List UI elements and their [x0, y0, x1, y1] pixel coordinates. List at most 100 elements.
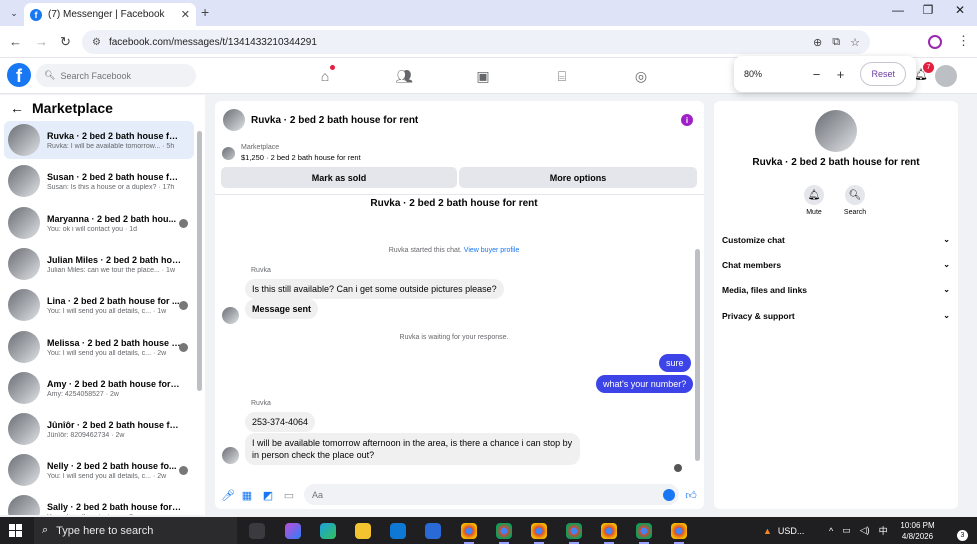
- groups-icon[interactable]: ◎: [632, 67, 650, 85]
- search-button[interactable]: 🔍︎ Search: [835, 185, 875, 216]
- task-view-icon[interactable]: [249, 523, 265, 539]
- home-icon[interactable]: ⌂: [316, 65, 335, 85]
- tab-search-icon[interactable]: ⌄: [6, 5, 22, 21]
- microphone-icon[interactable]: 🎤︎: [221, 488, 235, 502]
- marketplace-icon[interactable]: ⌸: [553, 67, 571, 85]
- site-settings-icon[interactable]: ⚙: [92, 37, 101, 48]
- taskbar-search[interactable]: ⌕ Type here to search: [34, 517, 237, 544]
- photo-icon[interactable]: ▦: [240, 488, 254, 502]
- zoom-out-icon[interactable]: −: [806, 67, 826, 82]
- facebook-logo-icon[interactable]: f: [7, 63, 31, 87]
- conversation-item[interactable]: Julian Miles · 2 bed 2 bath hous... Julia…: [4, 245, 194, 283]
- view-buyer-profile-link[interactable]: View buyer profile: [464, 247, 520, 254]
- chevron-down-icon: ⌄: [943, 285, 950, 294]
- browser-tab[interactable]: f (7) Messenger | Facebook ✕: [24, 3, 196, 26]
- customize-chat-row[interactable]: Customize chat ⌄: [722, 235, 950, 245]
- media-files-links-row[interactable]: Media, files and links ⌄: [722, 285, 950, 295]
- zoom-icon[interactable]: ⊕: [813, 36, 822, 49]
- new-tab-icon[interactable]: +: [201, 4, 209, 20]
- zoom-reset-button[interactable]: Reset: [860, 62, 906, 86]
- conversation-item[interactable]: Susan · 2 bed 2 bath house for rentSusan…: [4, 162, 194, 200]
- chrome-icon[interactable]: [461, 523, 477, 544]
- browser-menu-icon[interactable]: ⋮: [957, 33, 970, 49]
- sender-avatar[interactable]: [222, 307, 239, 324]
- store-icon[interactable]: [425, 523, 441, 539]
- conversation-item[interactable]: Melissa · 2 bed 2 bath house for ... You:…: [4, 328, 194, 366]
- notification-count[interactable]: 3: [957, 530, 968, 541]
- mark-as-sold-button[interactable]: Mark as sold: [221, 167, 457, 188]
- emoji-icon[interactable]: [663, 489, 675, 501]
- zoom-in-icon[interactable]: +: [830, 67, 850, 82]
- more-options-button[interactable]: More options: [459, 167, 697, 188]
- gif-icon[interactable]: ▭: [282, 488, 296, 502]
- taskbar-search-text[interactable]: Type here to search: [56, 525, 153, 537]
- windows-start-icon[interactable]: [9, 524, 22, 537]
- conversation-item[interactable]: Amy · 2 bed 2 bath house for rent Amy: 42…: [4, 369, 194, 407]
- chrome-icon[interactable]: [531, 523, 547, 544]
- chrome-icon[interactable]: [671, 523, 687, 544]
- mute-button[interactable]: 🔔︎ Mute: [794, 185, 834, 216]
- conversation-item[interactable]: Nelly · 2 bed 2 bath house fo... You: I w…: [4, 451, 194, 489]
- incoming-message[interactable]: Message sent: [245, 299, 319, 319]
- back-icon[interactable]: ←: [9, 34, 22, 49]
- chrome-icon[interactable]: [601, 523, 617, 544]
- taskbar-clock[interactable]: 10:06 PM 4/8/2026: [895, 520, 940, 542]
- conversation-item[interactable]: Jûnîôr · 2 bed 2 bath house for ... Jûnîô…: [4, 410, 194, 448]
- edge-icon[interactable]: [320, 523, 336, 539]
- volume-icon[interactable]: ◁): [860, 525, 870, 536]
- like-icon[interactable]: 👍︎: [684, 488, 698, 502]
- conversation-avatar: [8, 454, 40, 486]
- chrome-icon[interactable]: [636, 523, 652, 544]
- info-icon[interactable]: i: [681, 114, 693, 126]
- tab-close-icon[interactable]: ✕: [181, 8, 190, 21]
- browser-profile-icon[interactable]: [928, 35, 942, 49]
- conversation-item[interactable]: Maryanna · 2 bed 2 bath hou... You: ok i …: [4, 204, 194, 242]
- chat-title[interactable]: Ruvka · 2 bed 2 bath house for rent: [251, 115, 418, 126]
- facebook-search[interactable]: 🔍︎: [36, 64, 196, 87]
- language-icon[interactable]: 中: [879, 524, 888, 537]
- details-avatar[interactable]: [815, 110, 857, 152]
- friends-icon[interactable]: 👥︎: [395, 67, 413, 85]
- url-text[interactable]: facebook.com/messages/t/13414332103442​9…: [109, 37, 813, 48]
- back-arrow-icon[interactable]: ←: [10, 100, 24, 116]
- facebook-search-input[interactable]: [60, 70, 181, 81]
- forward-icon[interactable]: →: [35, 34, 48, 49]
- file-explorer-icon[interactable]: [355, 523, 371, 539]
- conversation-preview: Amy: 4254058527 · 2w: [47, 390, 119, 398]
- install-icon[interactable]: ⧉: [832, 36, 840, 49]
- chrome-icon[interactable]: [496, 523, 512, 544]
- battery-icon[interactable]: ▭: [842, 525, 851, 536]
- window-close-icon[interactable]: ✕: [950, 3, 970, 17]
- restore-icon[interactable]: ❐: [918, 3, 938, 17]
- outgoing-message[interactable]: sure: [659, 354, 691, 372]
- sender-avatar[interactable]: [222, 447, 239, 464]
- chevron-up-icon[interactable]: ^: [829, 526, 833, 536]
- conversation-avatar: [8, 413, 40, 445]
- minimize-icon[interactable]: —: [888, 3, 908, 17]
- url-box[interactable]: ⚙ facebook.com/messages/t/13414332103442…: [82, 30, 870, 54]
- account-avatar[interactable]: [935, 65, 957, 87]
- video-icon[interactable]: ▣: [474, 67, 492, 85]
- chrome-icon[interactable]: [566, 523, 582, 544]
- currency-widget[interactable]: ▲ USD...: [763, 517, 804, 544]
- privacy-support-row[interactable]: Privacy & support ⌄: [722, 311, 950, 321]
- chat-avatar[interactable]: [223, 109, 245, 131]
- conversation-item[interactable]: Sally · 2 bed 2 bath house for re... You:…: [4, 492, 194, 515]
- chat-members-row[interactable]: Chat members ⌄: [722, 260, 950, 270]
- incoming-message[interactable]: I will be available tomorrow afternoon i…: [245, 433, 580, 465]
- outlook-icon[interactable]: [390, 523, 406, 539]
- bookmark-star-icon[interactable]: ☆: [850, 36, 860, 49]
- conversation-item[interactable]: Lina · 2 bed 2 bath house for ... You: I …: [4, 286, 194, 324]
- reload-icon[interactable]: ↻: [60, 34, 71, 50]
- incoming-message[interactable]: Is this still available? Can i get some …: [245, 279, 504, 299]
- listing-summary[interactable]: Marketplace $1,250 · 2 bed 2 bath house …: [222, 144, 361, 162]
- incoming-message[interactable]: 253-374-4064: [245, 412, 316, 432]
- chat-scrollbar[interactable]: [695, 249, 700, 461]
- conversation-item[interactable]: Ruvka · 2 bed 2 bath house for ... Ruvka:…: [4, 121, 194, 159]
- copilot-icon[interactable]: [285, 523, 301, 539]
- message-input[interactable]: [304, 484, 679, 505]
- seen-avatar: [179, 218, 188, 228]
- outgoing-message[interactable]: what's your number?: [596, 375, 694, 393]
- conversation-scrollbar[interactable]: [197, 131, 202, 391]
- sticker-icon[interactable]: ◩: [261, 488, 275, 502]
